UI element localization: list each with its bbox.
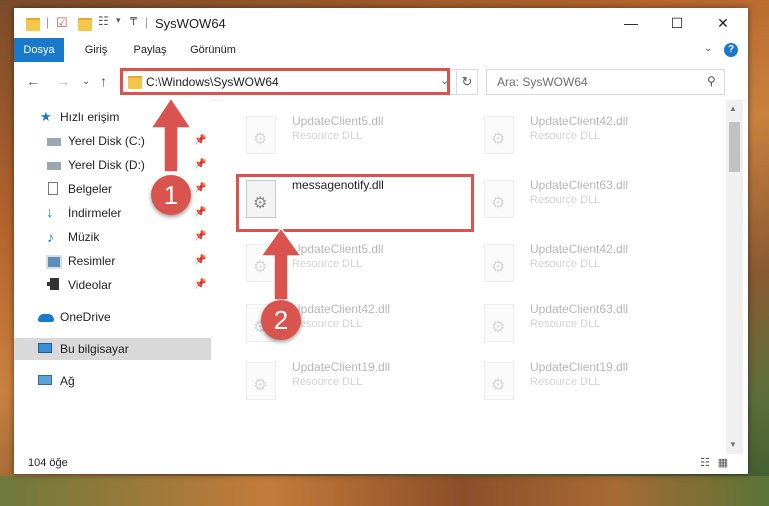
- step-1-badge: 1: [151, 175, 191, 215]
- annotation-arrows: [149, 96, 303, 301]
- arrow-up-icon: [149, 96, 193, 173]
- arrow-up-icon: [259, 226, 303, 301]
- step-2-badge: 2: [261, 300, 301, 340]
